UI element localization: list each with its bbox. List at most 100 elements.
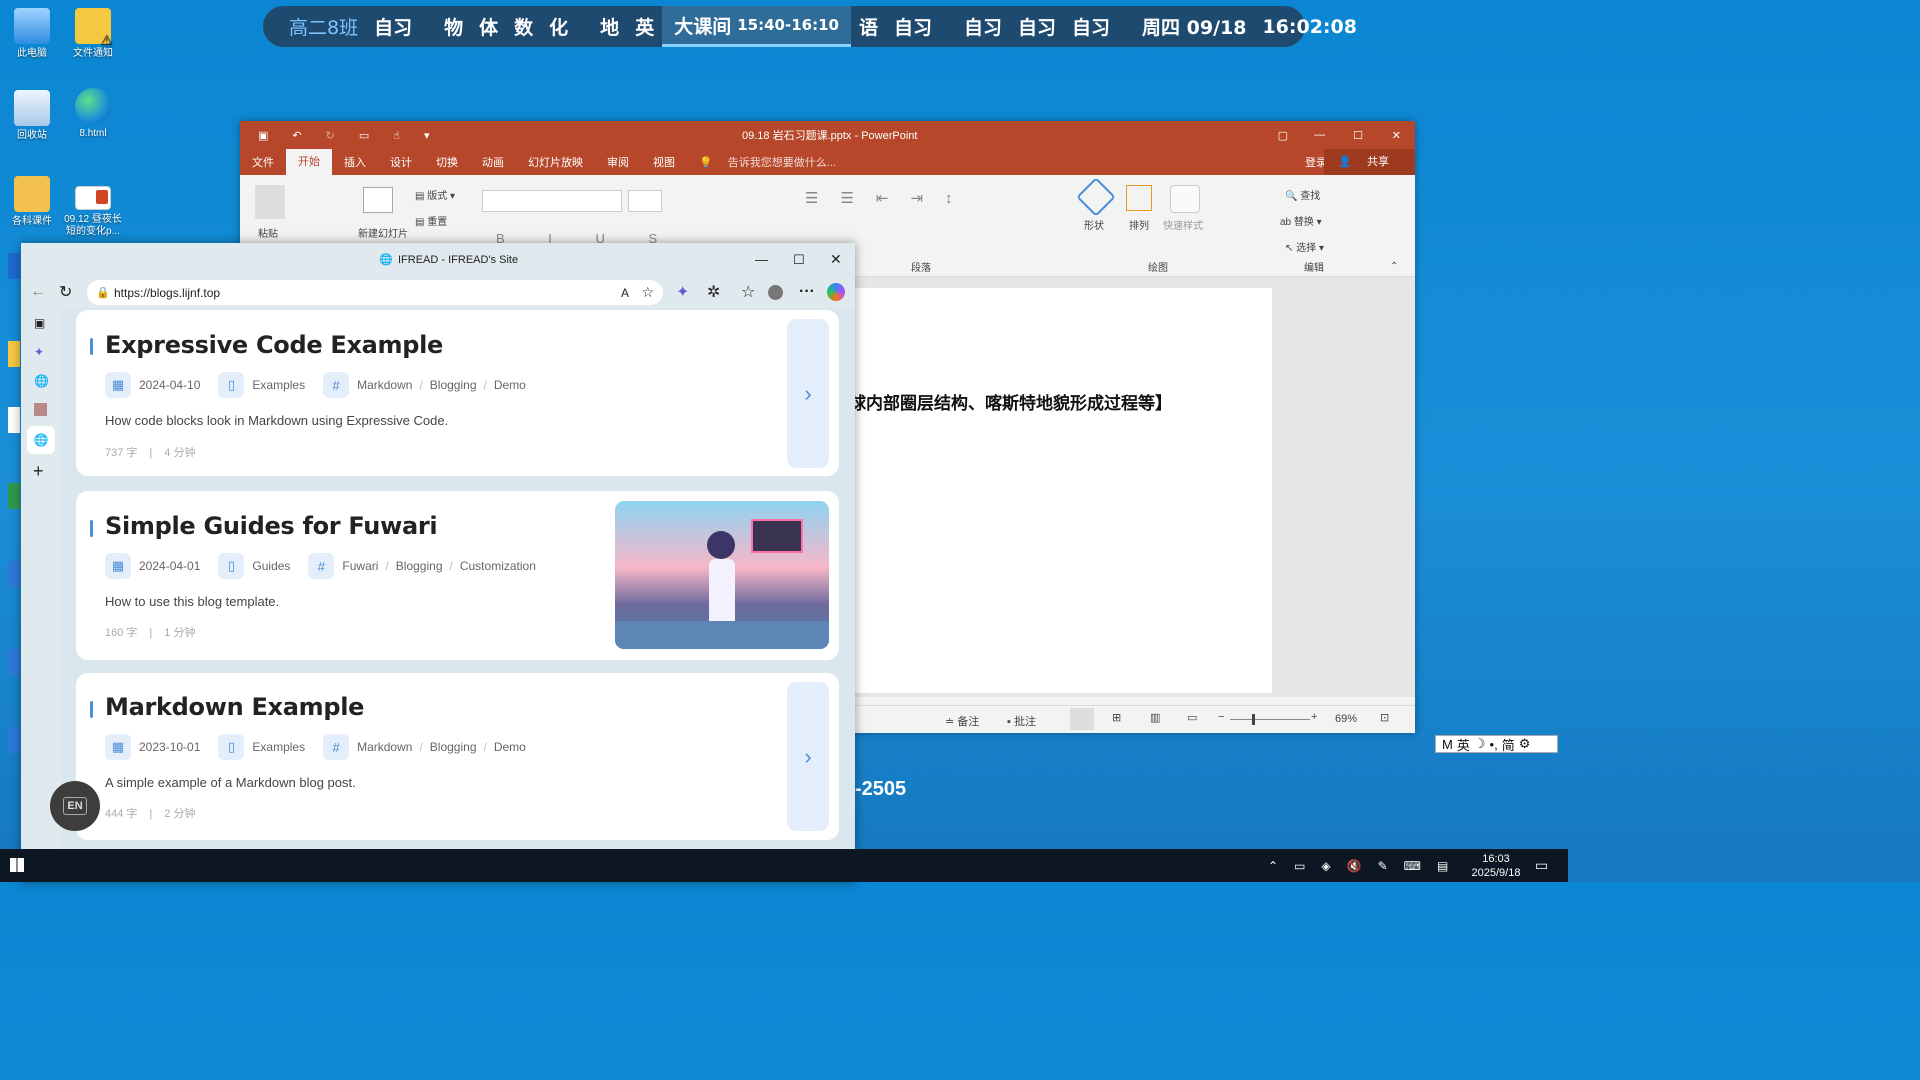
post-cover-image[interactable] — [615, 501, 829, 649]
tab-slideshow[interactable]: 幻灯片放映 — [516, 154, 595, 170]
replace-button[interactable]: ab 替换 ▾ — [1280, 213, 1322, 228]
post-card[interactable]: Expressive Code Example ▦ 2024-04-10 ▯ Exa… — [76, 310, 839, 476]
notification-icon[interactable]: ▭ — [1535, 857, 1548, 874]
ribbon-display-icon[interactable]: ▢ — [1278, 129, 1288, 142]
touch-mode-icon[interactable]: ☝ — [393, 129, 400, 142]
post-title[interactable]: Expressive Code Example — [105, 331, 443, 359]
slideshow-view-icon[interactable]: ▭ — [1187, 711, 1197, 724]
share-button[interactable]: 👤 共享 — [1324, 149, 1415, 175]
notes-button[interactable]: ≐ 备注 — [945, 713, 979, 729]
desktop-icon-this-pc[interactable]: 此电脑 — [0, 8, 64, 60]
post-category[interactable]: Examples — [252, 740, 305, 754]
chevron-right-icon[interactable]: › — [787, 319, 829, 468]
ime-punct-icon[interactable]: •, — [1490, 737, 1498, 752]
tab-insert[interactable]: 插入 — [332, 154, 378, 170]
chevron-up-icon[interactable]: ⌃ — [1268, 859, 1278, 873]
shape-icon[interactable] — [1076, 177, 1116, 217]
post-title[interactable]: Markdown Example — [105, 693, 364, 721]
start-windows-icon[interactable] — [10, 858, 24, 872]
sidebar-globe-icon[interactable]: 🌐 — [34, 374, 49, 388]
undo-icon[interactable]: ↶ — [292, 129, 301, 142]
tab-file[interactable]: 文件 — [240, 154, 286, 170]
zoom-slider[interactable] — [1230, 719, 1310, 720]
maximize-icon[interactable]: ☐ — [793, 252, 805, 268]
slide-sorter-icon[interactable]: ⊞ — [1112, 711, 1121, 724]
sidebar-active-globe-icon[interactable]: 🌐 — [27, 426, 55, 454]
pen-icon[interactable]: ✎ — [1378, 859, 1388, 873]
ime-toolbar[interactable]: M 英 ☽ •, 简 ⚙ — [1435, 735, 1558, 753]
tab-design[interactable]: 设计 — [378, 154, 424, 170]
copilot-icon[interactable] — [827, 283, 845, 301]
language-toggle-button[interactable]: EN — [50, 781, 100, 831]
add-sidebar-icon[interactable]: + — [33, 461, 44, 482]
post-category[interactable]: Examples — [252, 378, 305, 392]
find-button[interactable]: 🔍 查找 — [1285, 187, 1320, 202]
zoom-in-icon[interactable]: + — [1311, 711, 1317, 723]
chevron-right-icon[interactable]: › — [787, 682, 829, 831]
post-tag[interactable]: Demo — [494, 740, 526, 754]
arrange-icon[interactable] — [1126, 185, 1152, 211]
desktop-icon-pptx-file[interactable]: 09.12 昼夜长短的变化p... — [61, 186, 125, 238]
more-menu-icon[interactable]: ··· — [799, 283, 815, 301]
post-tag[interactable]: Demo — [494, 378, 526, 392]
slide[interactable]: 球内部圈层结构、喀斯特地貌形成过程等】 — [849, 288, 1272, 693]
new-slide-icon[interactable] — [363, 187, 393, 213]
font-size-box[interactable] — [628, 190, 662, 212]
minimize-icon[interactable]: — — [1314, 129, 1325, 141]
lock-icon[interactable]: 🔒 — [96, 286, 110, 299]
close-icon[interactable]: ✕ — [1392, 129, 1401, 142]
security-shield-icon[interactable]: ◈ — [1321, 859, 1330, 873]
tell-me-search[interactable]: 💡 告诉我您想要做什么... — [687, 154, 860, 170]
sidebar-app-icon[interactable]: ✦ — [34, 345, 44, 359]
tab-review[interactable]: 审阅 — [595, 154, 641, 170]
desktop-icon-file-notice[interactable]: ⚠ 文件通知 — [61, 8, 125, 60]
tab-actions-icon[interactable]: ▣ — [34, 316, 45, 330]
favorites-icon[interactable]: ☆ — [741, 282, 755, 302]
maximize-icon[interactable]: ☐ — [1353, 129, 1363, 142]
paste-icon[interactable] — [255, 185, 285, 219]
taskbar-clock[interactable]: 16:03 2025/9/18 — [1469, 849, 1523, 882]
ime-simplified[interactable]: 简 — [1502, 735, 1515, 754]
tab-view[interactable]: 视图 — [641, 154, 687, 170]
post-tag[interactable]: Blogging — [430, 378, 477, 392]
network-icon[interactable]: ▭ — [1294, 859, 1305, 873]
font-name-box[interactable] — [482, 190, 622, 212]
desktop-icon-courseware[interactable]: 各科课件 — [0, 176, 64, 228]
redo-icon[interactable]: ↻ — [326, 129, 335, 142]
read-aloud-icon[interactable]: A — [621, 286, 629, 300]
fit-slide-icon[interactable]: ⊡ — [1380, 711, 1389, 724]
select-button[interactable]: ↖ 选择 ▾ — [1285, 239, 1324, 254]
url-text[interactable]: https://blogs.lijnf.top — [114, 286, 220, 300]
zoom-level[interactable]: 69% — [1335, 713, 1357, 725]
present-icon[interactable]: ▭ — [359, 129, 369, 142]
reading-view-icon[interactable]: ▥ — [1150, 711, 1160, 724]
zoom-out-icon[interactable]: − — [1218, 711, 1224, 723]
ime-settings-icon[interactable]: ⚙ — [1519, 736, 1531, 752]
save-icon[interactable]: ▣ — [258, 129, 268, 142]
reset-button[interactable]: ▤ 重置 — [415, 213, 447, 228]
post-title[interactable]: Simple Guides for Fuwari — [105, 512, 438, 540]
keyboard-icon[interactable]: ⌨ — [1404, 859, 1421, 873]
collapse-ribbon-icon[interactable]: ⌃ — [1390, 261, 1398, 272]
layout-button[interactable]: ▤ 版式 ▾ — [415, 187, 455, 202]
ime-language[interactable]: 英 — [1457, 735, 1470, 754]
favorite-star-icon[interactable]: ☆ — [641, 284, 654, 301]
close-icon[interactable]: ✕ — [830, 251, 842, 268]
refresh-icon[interactable]: ↻ — [59, 282, 72, 302]
tab-home[interactable]: 开始 — [286, 149, 332, 175]
post-category[interactable]: Guides — [252, 559, 290, 573]
list-icons[interactable]: ☰☰⇤⇥↕ — [805, 189, 975, 207]
minimize-icon[interactable]: — — [755, 252, 768, 267]
volume-muted-icon[interactable]: 🔇 — [1347, 859, 1362, 873]
post-card[interactable]: Simple Guides for Fuwari ▦ 2024-04-01 ▯ Gu… — [76, 491, 839, 660]
tab-animations[interactable]: 动画 — [470, 154, 516, 170]
post-card[interactable]: Markdown Example ▦ 2023-10-01 ▯ Examples #… — [76, 673, 839, 840]
post-tag[interactable]: Blogging — [430, 740, 477, 754]
comments-button[interactable]: ▪ 批注 — [1007, 713, 1036, 729]
post-tag[interactable]: Customization — [460, 559, 536, 573]
zoom-slider-thumb[interactable] — [1252, 714, 1255, 725]
post-tag[interactable]: Blogging — [396, 559, 443, 573]
post-tag[interactable]: Markdown — [357, 740, 412, 754]
desktop-icon-recycle-bin[interactable]: 回收站 — [0, 90, 64, 142]
normal-view-icon[interactable] — [1070, 708, 1094, 730]
